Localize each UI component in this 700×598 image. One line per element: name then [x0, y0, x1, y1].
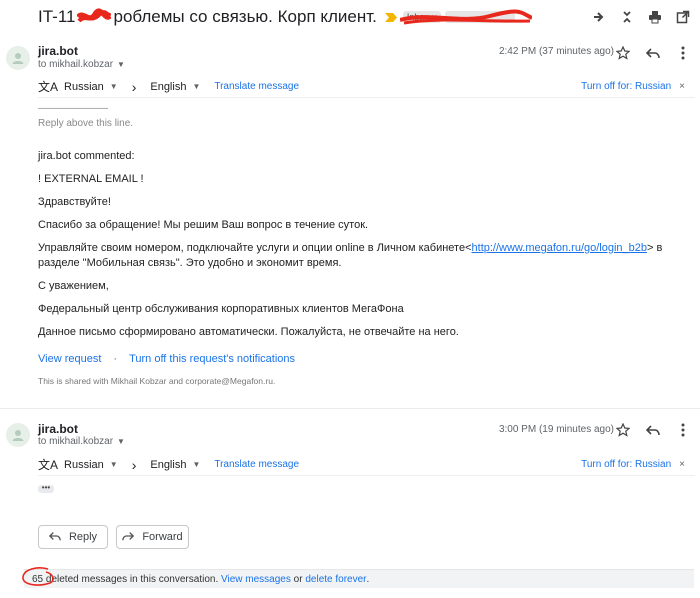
recipient-line[interactable]: to mikhail.kobzar ▼: [38, 436, 125, 447]
deleted-messages-bar: 65 deleted messages in this conversation…: [24, 569, 694, 588]
message-body: ——————— Reply above this line. jira.bot …: [38, 104, 693, 348]
login-b2b-link[interactable]: http://www.megafon.ru/go/login_b2b: [472, 242, 648, 254]
reply-above-line: Reply above this line.: [38, 118, 134, 129]
or-text: or: [293, 573, 303, 585]
translate-icon: 文A: [38, 458, 59, 472]
star-icon[interactable]: [614, 44, 632, 62]
chevron-down-icon[interactable]: ▼: [117, 437, 125, 446]
forward-label: Forward: [142, 531, 183, 543]
center-line: Федеральный центр обслуживания корпорати…: [38, 303, 404, 315]
translate-icon: 文A: [38, 80, 59, 94]
importance-marker-icon[interactable]: [384, 10, 397, 25]
arrow-right-icon: ›: [131, 78, 137, 95]
reply-icon: [48, 530, 61, 545]
chevron-down-icon: ▼: [192, 460, 201, 469]
avatar[interactable]: [6, 423, 30, 447]
translate-bar-right: Turn off for: Russian ×: [581, 81, 695, 92]
target-language-label: English: [150, 80, 187, 93]
request-links: View request · Turn off this request's n…: [38, 353, 295, 365]
shared-note: This is shared with Mikhail Kobzar and c…: [38, 376, 276, 386]
chevron-down-icon: ▼: [109, 460, 118, 469]
link-separator: ·: [113, 353, 118, 365]
recipient-line[interactable]: to mikhail.kobzar ▼: [38, 59, 125, 70]
reply-icon[interactable]: [644, 421, 662, 439]
regards-line: С уважением,: [38, 280, 109, 292]
translate-bar: 文A Russian ▼ › English ▼ Translate messa…: [38, 76, 695, 98]
translate-message-link[interactable]: Translate message: [214, 459, 299, 470]
view-messages-link[interactable]: View messages: [221, 574, 291, 585]
turn-off-translation-link[interactable]: Turn off for: Russian: [581, 81, 671, 92]
commented-line: jira.bot commented:: [38, 150, 135, 162]
auto-notice: Данное письмо сформировано автоматически…: [38, 326, 459, 338]
subject-title: роблемы со связью. Корп клиент.: [113, 7, 377, 26]
arrow-right-icon: ›: [131, 456, 137, 473]
reply-separator: ———————: [38, 103, 108, 114]
more-options-icon[interactable]: [674, 44, 692, 62]
view-request-link[interactable]: View request: [38, 353, 101, 365]
thanks-paragraph: Спасибо за обращение! Мы решим Ваш вопро…: [38, 219, 369, 231]
recipient-text: to mikhail.kobzar: [38, 59, 114, 70]
sender-name[interactable]: jira.bot: [38, 422, 78, 436]
close-icon[interactable]: ×: [679, 459, 685, 470]
show-trimmed-content-button[interactable]: •••: [38, 484, 54, 493]
target-language-label: English: [150, 458, 187, 471]
message-actions: [614, 421, 692, 439]
subject-prefix: IT-11: [38, 7, 76, 26]
period-text: .: [366, 573, 370, 585]
recipient-text: to mikhail.kobzar: [38, 436, 114, 447]
avatar[interactable]: [6, 46, 30, 70]
delete-forever-link[interactable]: delete forever: [305, 574, 366, 585]
manage-paragraph: Управляйте своим номером, подключайте ус…: [38, 241, 693, 271]
reply-icon[interactable]: [644, 44, 662, 62]
message-timestamp: 3:00 PM (19 minutes ago): [498, 424, 614, 435]
translate-bar-right: Turn off for: Russian ×: [581, 459, 695, 470]
chevron-down-icon: ▼: [192, 82, 201, 91]
reply-label: Reply: [68, 531, 98, 543]
translate-bar: 文A Russian ▼ › English ▼ Translate messa…: [38, 454, 695, 476]
manage-text-pre: Управляйте своим номером, подключайте ус…: [38, 242, 472, 254]
target-language-select[interactable]: English ▼: [150, 81, 200, 93]
redaction-line: [400, 9, 532, 25]
redaction-scribble: [76, 8, 113, 26]
message-divider: [0, 408, 700, 409]
collapse-icon[interactable]: [618, 8, 636, 26]
source-language-select[interactable]: 文A Russian ▼: [38, 456, 118, 473]
source-language-label: Russian: [64, 80, 104, 93]
forward-icon[interactable]: [590, 8, 608, 26]
greeting: Здравствуйте!: [38, 196, 111, 208]
turn-off-notifications-link[interactable]: Turn off this request's notifications: [129, 353, 295, 365]
chevron-down-icon: ▼: [109, 82, 118, 91]
message-actions: [614, 44, 692, 62]
deleted-count-text: 65 deleted messages in this conversation…: [32, 573, 219, 585]
source-language-label: Russian: [64, 458, 104, 471]
forward-icon: [122, 530, 135, 545]
sender-name[interactable]: jira.bot: [38, 44, 78, 58]
chevron-down-icon[interactable]: ▼: [117, 60, 125, 69]
close-icon[interactable]: ×: [679, 81, 685, 92]
turn-off-translation-link[interactable]: Turn off for: Russian: [581, 459, 671, 470]
open-new-window-icon[interactable]: [674, 8, 692, 26]
star-icon[interactable]: [614, 421, 632, 439]
more-options-icon[interactable]: [674, 421, 692, 439]
print-icon[interactable]: [646, 8, 664, 26]
forward-button[interactable]: Forward: [116, 525, 189, 549]
translate-message-link[interactable]: Translate message: [214, 81, 299, 92]
reply-button[interactable]: Reply: [38, 525, 108, 549]
target-language-select[interactable]: English ▼: [150, 459, 200, 471]
red-circle-annotation: [22, 567, 54, 586]
message-timestamp: 2:42 PM (37 minutes ago): [498, 46, 614, 57]
thread-toolbar: [590, 8, 692, 26]
external-warning: ! EXTERNAL EMAIL !: [38, 173, 144, 185]
source-language-select[interactable]: 文A Russian ▼: [38, 78, 118, 95]
